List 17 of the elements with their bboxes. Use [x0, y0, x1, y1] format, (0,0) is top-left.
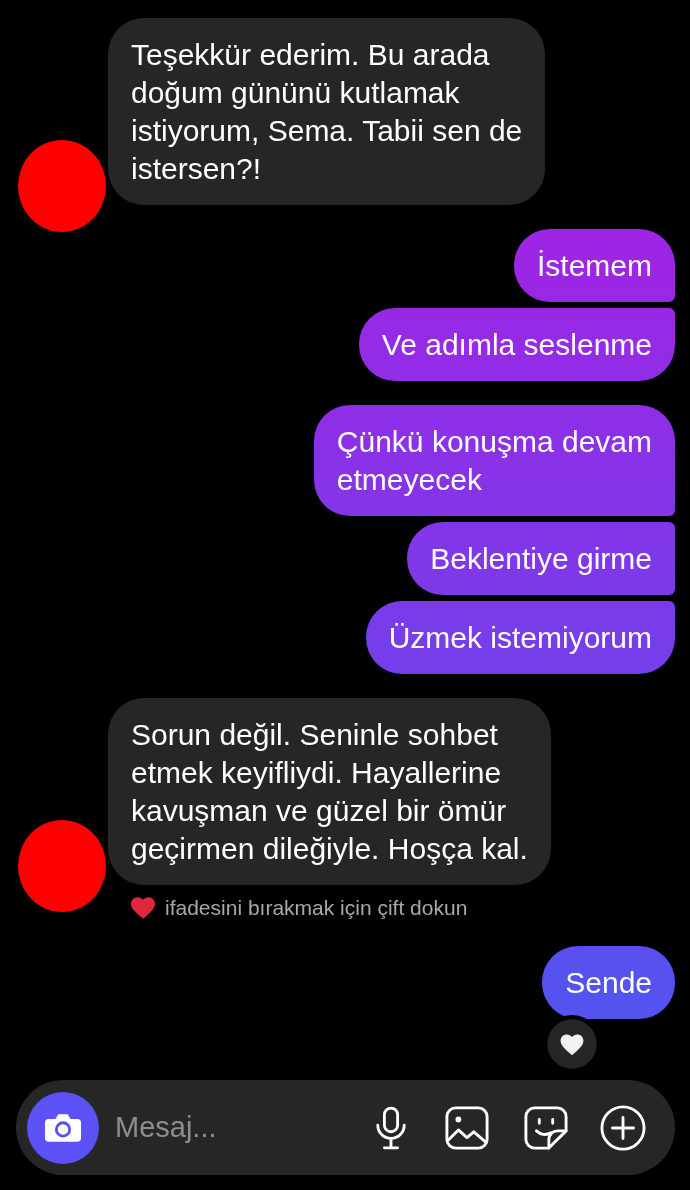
microphone-icon[interactable]	[374, 1105, 408, 1150]
image-icon[interactable]	[445, 1105, 489, 1150]
camera-icon	[44, 1112, 82, 1143]
message-bubble: İstemem	[513, 229, 675, 302]
camera-button[interactable]	[27, 1091, 99, 1164]
message-bubble: Beklentiye girme	[407, 522, 675, 595]
hint-text: ifadesini bırakmak için çift dokun	[165, 895, 468, 921]
message-bubble: Ve adımla seslenme	[358, 308, 675, 381]
message-bubble: Sende	[542, 946, 675, 1019]
message-bubble: Üzmek istemiyorum	[365, 601, 675, 674]
plus-icon[interactable]	[600, 1104, 646, 1151]
message-bubble: Sorun değil. Seninle sohbet etmek keyifliydi. Hayallerine kavuşman ve güzel bir ömür geçirmen dileğiyle. Hoşça kal.	[108, 698, 551, 885]
message-bubble: Teşekkür ederim. Bu arada doğum gününü kutlamak istiyorum, Sema. Tabii sen de istersen?!	[108, 18, 546, 205]
message-bubble: Çünkü konuşma devam etmeyecek	[313, 405, 675, 516]
heart-icon	[131, 897, 155, 919]
sticker-icon[interactable]	[524, 1105, 568, 1150]
message-field[interactable]: Mesaj...	[115, 1105, 374, 1150]
